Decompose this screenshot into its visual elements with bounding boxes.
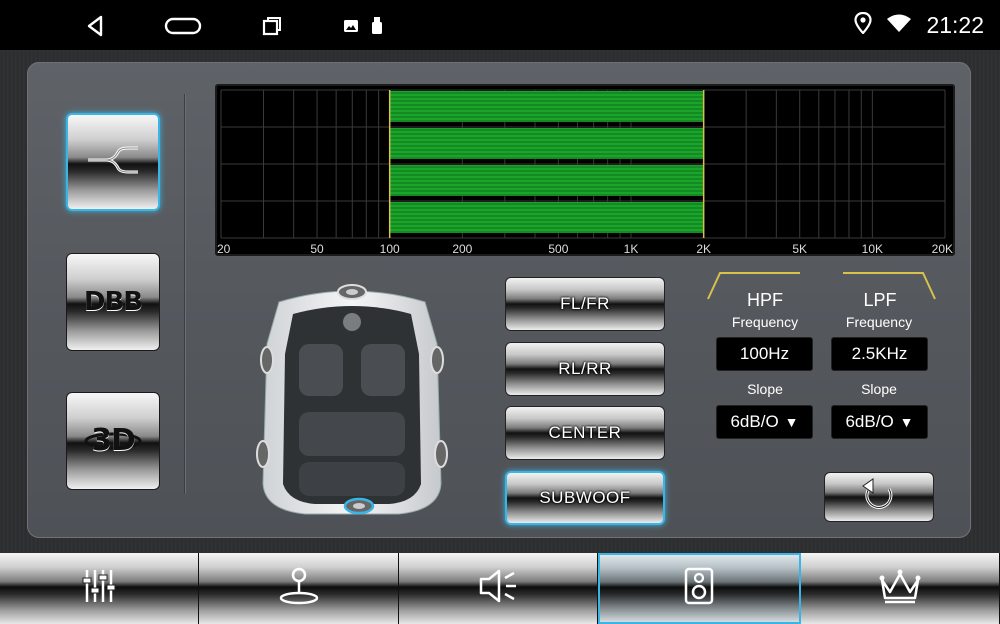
subwoofer-speaker-icon	[681, 566, 717, 611]
hpf-title: HPF	[747, 290, 783, 310]
dbb-mode-button[interactable]: DBB	[66, 253, 160, 351]
x-tick-label: 5K	[792, 242, 808, 256]
recents-icon[interactable]	[257, 12, 287, 40]
vertical-divider	[184, 94, 186, 494]
lpf-slope-dropdown[interactable]: 6dB/O ▼	[831, 405, 928, 439]
crossover-mode-button[interactable]	[66, 113, 160, 211]
hpf-frequency-value[interactable]: 100Hz	[716, 337, 813, 371]
location-icon	[854, 11, 873, 39]
hpf-slope-label: Slope	[747, 381, 783, 397]
x-tick-label: 200	[452, 242, 473, 256]
speaker-volume-icon	[476, 566, 520, 611]
dropdown-arrow-icon: ▼	[784, 414, 799, 430]
bottom-tab-bar	[0, 553, 1000, 624]
tab-balance[interactable]	[199, 553, 399, 624]
clock: 21:22	[926, 11, 984, 38]
channel-fl-fr-button[interactable]: FL/FR	[505, 277, 665, 331]
main-panel: DBB 3D 20 50 100 200 500 1K 2K 5K 10K 20K	[27, 62, 971, 538]
status-right: 21:22	[854, 10, 984, 40]
x-tick-label: 20K	[931, 242, 953, 256]
lpf-frequency-label: Frequency	[845, 314, 913, 330]
channel-label: CENTER	[548, 423, 622, 442]
crossover-graph: 20 50 100 200 500 1K 2K 5K 10K 20K	[215, 84, 955, 256]
dbb-label: DBB	[83, 287, 143, 317]
x-tick-label: 20	[217, 242, 231, 256]
speaker-front-center	[337, 284, 367, 300]
crown-icon	[877, 566, 923, 611]
tab-premium[interactable]	[800, 553, 1000, 624]
tab-equalizer[interactable]	[0, 553, 200, 624]
usb-icon	[368, 12, 386, 40]
channel-center-button[interactable]: CENTER	[505, 406, 665, 460]
home-icon[interactable]	[163, 12, 203, 40]
back-icon[interactable]	[80, 12, 110, 40]
equalizer-icon	[79, 566, 119, 611]
x-tick-label: 100	[379, 242, 400, 256]
hpf-slope-dropdown[interactable]: 6dB/O ▼	[716, 405, 813, 439]
lpf-frequency-value[interactable]: 2.5KHz	[831, 337, 928, 371]
lpf-title: LPF	[863, 290, 897, 310]
x-tick-label: 500	[548, 242, 569, 256]
tab-speaker-setup[interactable]	[598, 553, 801, 624]
graph-svg	[220, 89, 946, 239]
x-tick-label: 50	[310, 242, 324, 256]
speaker-subwoofer	[343, 497, 375, 515]
x-tick-label: 1K	[623, 242, 639, 256]
channel-label: FL/FR	[560, 294, 610, 313]
reset-button[interactable]	[824, 472, 934, 522]
crossover-icon	[84, 140, 142, 185]
channel-rl-rr-button[interactable]: RL/RR	[505, 342, 665, 396]
status-bar: 21:22	[0, 0, 1000, 50]
channel-label: RL/RR	[558, 359, 612, 378]
hpf-frequency-label: Frequency	[731, 314, 799, 330]
hpf-slope-value: 6dB/O	[730, 412, 779, 431]
x-tick-label: 10K	[861, 242, 884, 256]
joystick-balance-icon	[277, 566, 321, 611]
wifi-icon	[886, 13, 912, 38]
car-audio-settings-screen: 21:22 DBB 3D 20 50 100 200 500 1K 2K 5K …	[0, 0, 1000, 624]
channel-label: SUBWOOF	[539, 488, 631, 507]
3d-label: 3D	[91, 423, 136, 458]
gallery-icon	[342, 12, 360, 40]
3d-mode-button[interactable]: 3D	[66, 392, 160, 490]
channel-subwoof-button[interactable]: SUBWOOF	[505, 471, 665, 525]
lpf-slope-value: 6dB/O	[845, 412, 894, 431]
car-speaker-layout	[239, 284, 465, 518]
tab-sound[interactable]	[398, 553, 599, 624]
lpf-slope-label: Slope	[861, 381, 897, 397]
reset-icon	[859, 477, 899, 518]
x-tick-label: 2K	[696, 242, 711, 256]
dropdown-arrow-icon: ▼	[899, 414, 914, 430]
